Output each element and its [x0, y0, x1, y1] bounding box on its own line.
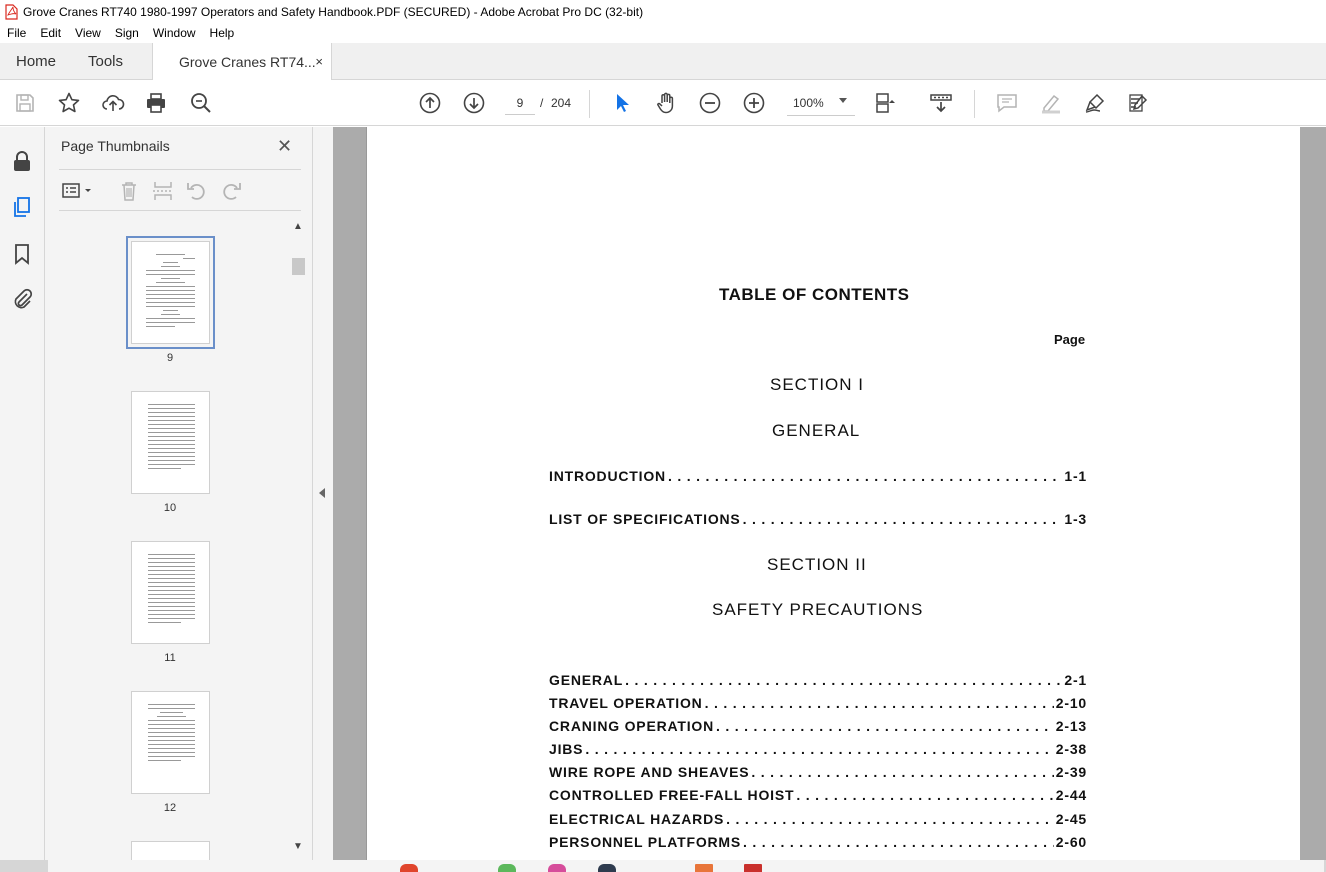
search-zoom-icon[interactable] [189, 91, 213, 115]
menu-edit[interactable]: Edit [33, 26, 68, 40]
page-total: 204 [551, 96, 572, 110]
toc-entry: WIRE ROPE AND SHEAVES2-39 [549, 764, 1087, 780]
thumbnail-label: 10 [163, 502, 177, 514]
save-icon[interactable] [13, 91, 37, 115]
taskbar-app-icon[interactable] [695, 864, 713, 872]
bookmark-icon[interactable] [10, 242, 34, 266]
rotate-left-icon[interactable] [185, 179, 209, 203]
page-thumbnails-icon[interactable] [10, 195, 34, 219]
scrollbar-thumb[interactable] [292, 258, 305, 275]
main-toolbar [0, 80, 1326, 126]
toc-page-label: Page [1054, 332, 1086, 347]
upload-icon[interactable] [101, 91, 125, 115]
page-thumbnail[interactable] [131, 391, 210, 494]
page-separator: / [540, 96, 544, 110]
toc-entry: ELECTRICAL HAZARDS2-45 [549, 811, 1087, 827]
thumbnail-label: 11 [164, 652, 176, 664]
toc-entry: CONTROLLED FREE-FALL HOIST2-44 [549, 787, 1087, 803]
thumbnail-scrollbar[interactable] [291, 222, 305, 857]
toc-entry: INTRODUCTION1-1 [549, 468, 1087, 484]
panel-close-icon[interactable]: ✕ [277, 136, 292, 157]
delete-page-icon[interactable] [117, 179, 141, 203]
zoom-out-icon[interactable] [698, 91, 722, 115]
toc-entry: CRANING OPERATION2-13 [549, 718, 1087, 734]
scroll-down-icon[interactable]: ▼ [293, 841, 303, 852]
page-display-icon[interactable] [873, 91, 897, 115]
panel-title: Page Thumbnails [61, 138, 170, 154]
menu-help[interactable]: Help [203, 26, 242, 40]
zoom-select[interactable]: 100% [787, 90, 855, 116]
scroll-up-icon[interactable]: ▲ [293, 221, 303, 232]
section-name: SAFETY PRECAUTIONS [712, 600, 924, 619]
toolbar-divider [974, 90, 975, 118]
toc-entry: TRAVEL OPERATION2-10 [549, 695, 1087, 711]
taskbar-app-icon[interactable] [400, 864, 418, 872]
acrobat-app-icon [5, 3, 18, 20]
toc-entry: PERSONNEL PLATFORMS2-60 [549, 834, 1087, 850]
title-bar: Grove Cranes RT740 1980-1997 Operators a… [0, 0, 1326, 23]
lock-icon[interactable] [10, 149, 34, 173]
toc-title: TABLE OF CONTENTS [719, 285, 910, 304]
thumbnail-label: 12 [163, 802, 177, 814]
taskbar-app-icon[interactable] [744, 864, 762, 872]
left-rail [0, 127, 45, 860]
draw-icon[interactable] [1083, 91, 1107, 115]
tab-home[interactable]: Home [16, 43, 56, 80]
taskbar-area [48, 860, 1324, 872]
menu-file[interactable]: File [0, 26, 33, 40]
attachment-icon[interactable] [10, 287, 34, 311]
panel-toolbar [59, 169, 301, 211]
insert-page-icon[interactable] [151, 179, 175, 203]
toc-entry: GENERAL2-1 [549, 672, 1087, 688]
toolbar-divider [589, 90, 590, 118]
document-page: TABLE OF CONTENTS Page SECTION I GENERAL… [366, 127, 1300, 860]
taskbar-app-icon[interactable] [498, 864, 516, 872]
next-page-icon[interactable] [462, 91, 486, 115]
section-heading: SECTION I [770, 375, 865, 394]
hand-icon[interactable] [654, 91, 678, 115]
page-thumbnail[interactable] [126, 236, 215, 349]
section-name: GENERAL [772, 421, 861, 440]
zoom-value: 100% [793, 95, 824, 110]
tabs-bar: Home Tools Grove Cranes RT74... × [0, 43, 1326, 81]
page-thumbnail[interactable] [131, 691, 210, 794]
chevron-left-icon[interactable] [319, 488, 325, 498]
menu-bar: File Edit View Sign Window Help [0, 23, 1326, 43]
toc-entry: LIST OF SPECIFICATIONS1-3 [549, 511, 1087, 527]
thumbnail-options-icon[interactable] [61, 179, 91, 203]
page-thumbnail[interactable] [131, 841, 210, 860]
toc-entry: JIBS2-38 [549, 741, 1087, 757]
comment-icon[interactable] [995, 91, 1019, 115]
menu-view[interactable]: View [68, 26, 108, 40]
menu-window[interactable]: Window [146, 26, 203, 40]
star-icon[interactable] [57, 91, 81, 115]
rotate-right-icon[interactable] [219, 179, 243, 203]
select-arrow-icon[interactable] [610, 91, 634, 115]
scroll-mode-icon[interactable] [929, 91, 953, 115]
page-thumbnail[interactable] [131, 541, 210, 644]
prev-page-icon[interactable] [418, 91, 442, 115]
tab-tools[interactable]: Tools [88, 43, 123, 80]
window-title: Grove Cranes RT740 1980-1997 Operators a… [23, 4, 644, 19]
thumbnail-label: 9 [166, 352, 174, 364]
section-heading: SECTION II [767, 555, 867, 574]
zoom-in-icon[interactable] [742, 91, 766, 115]
highlight-icon[interactable] [1039, 91, 1063, 115]
os-taskbar [0, 860, 1326, 872]
chevron-down-icon [839, 98, 847, 103]
fill-sign-icon[interactable] [1127, 91, 1151, 115]
tab-document[interactable]: Grove Cranes RT74... × [152, 43, 332, 81]
taskbar-app-icon[interactable] [548, 864, 566, 872]
document-view[interactable]: TABLE OF CONTENTS Page SECTION I GENERAL… [333, 127, 1326, 860]
page-number-input[interactable] [505, 91, 535, 115]
tab-close-icon[interactable]: × [315, 54, 323, 69]
menu-sign[interactable]: Sign [108, 26, 146, 40]
taskbar-app-icon[interactable] [598, 864, 616, 872]
print-icon[interactable] [144, 91, 168, 115]
tab-document-label: Grove Cranes RT74... [179, 54, 316, 70]
